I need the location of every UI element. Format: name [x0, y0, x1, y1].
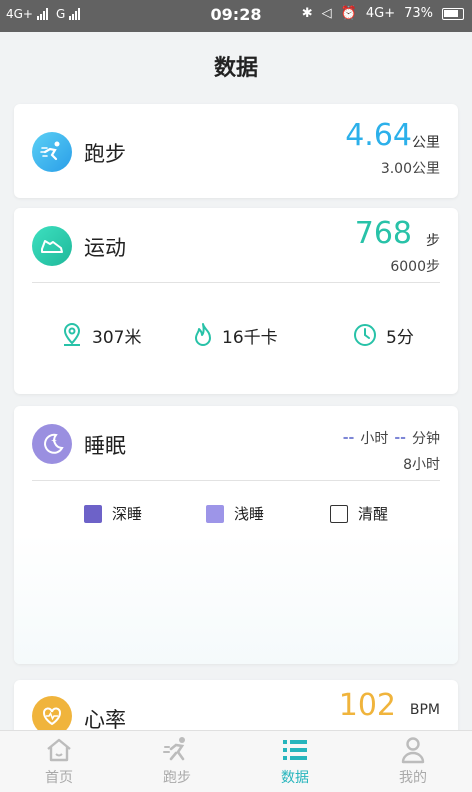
- running-value: 4.64: [345, 118, 412, 153]
- status-right: ✱ ◁ ⏰ 4G+ 73%: [302, 6, 464, 21]
- location-pin-icon: [63, 322, 81, 346]
- sleep-chart-area: [14, 534, 458, 664]
- home-icon: [47, 738, 71, 762]
- legend-awake: 清醒: [330, 503, 388, 524]
- duration-value: 5分: [386, 327, 414, 348]
- sleep-duration: -- 小时 -- 分钟: [343, 428, 440, 448]
- light-sleep-swatch: [206, 504, 224, 523]
- battery-icon: [442, 7, 464, 20]
- calories-stat: 16千卡: [192, 322, 278, 348]
- heart-unit: BPM: [409, 702, 440, 718]
- runner-icon: [163, 737, 185, 761]
- status-bar: 4G+ G 09:28 ✱ ◁ ⏰ 4G+ 73%: [0, 0, 472, 32]
- running-unit: 公里: [412, 135, 440, 151]
- exercise-card[interactable]: 运动 768 步 6000步 307米 16千卡 5分: [14, 208, 458, 394]
- sleep-minutes-placeholder: --: [394, 430, 406, 446]
- list-icon: [283, 740, 307, 760]
- sleep-hours-unit: 小时: [360, 431, 389, 447]
- shoe-icon: [32, 226, 72, 266]
- legend-deep-sleep: 深睡: [84, 503, 142, 524]
- sleep-card[interactable]: 睡眠 -- 小时 -- 分钟 8小时 深睡 浅睡 清醒: [14, 406, 458, 664]
- sleep-minutes-unit: 分钟: [412, 431, 440, 447]
- alarm-icon: ⏰: [340, 6, 357, 21]
- sleep-goal: 8小时: [403, 457, 440, 473]
- bottom-tab-bar: 首页 跑步 数据 我的: [0, 730, 472, 792]
- profile-icon: [401, 737, 425, 764]
- heart-value: 102: [338, 688, 396, 723]
- battery-percent: 73%: [404, 6, 433, 21]
- tab-running[interactable]: 跑步: [118, 731, 236, 792]
- sleep-title: 睡眠: [84, 434, 126, 458]
- exercise-goal: 6000步: [390, 259, 440, 275]
- legend-light-sleep: 浅睡: [206, 503, 264, 524]
- exercise-unit: 步: [426, 233, 440, 249]
- moon-icon: [32, 424, 72, 464]
- exercise-title: 运动: [84, 236, 126, 260]
- duration-stat: 5分: [352, 322, 414, 348]
- running-card[interactable]: 跑步 4.64 公里 3.00公里: [14, 104, 458, 198]
- awake-swatch: [330, 504, 348, 523]
- exercise-divider: [32, 282, 440, 283]
- light-sleep-label: 浅睡: [234, 505, 265, 523]
- tab-data-label: 数据: [281, 770, 309, 786]
- running-goal: 3.00公里: [380, 161, 440, 177]
- sleep-hours-placeholder: --: [342, 430, 355, 446]
- network-type-3: 4G+: [365, 6, 396, 21]
- tab-profile[interactable]: 我的: [354, 731, 472, 792]
- flame-icon: [195, 323, 211, 346]
- tab-home[interactable]: 首页: [0, 731, 118, 792]
- deep-sleep-swatch: [84, 504, 102, 523]
- calories-value: 16千卡: [222, 327, 278, 348]
- mute-icon: ◁: [321, 6, 332, 21]
- running-icon: [32, 132, 72, 172]
- exercise-value: 768: [354, 216, 412, 251]
- page-title: 数据: [213, 56, 258, 81]
- bluetooth-icon: ✱: [301, 6, 313, 21]
- clock-icon: [354, 324, 376, 346]
- tab-profile-label: 我的: [399, 770, 427, 786]
- deep-sleep-label: 深睡: [112, 505, 143, 523]
- distance-stat: 307米: [60, 322, 141, 348]
- distance-value: 307米: [92, 327, 142, 348]
- sleep-divider: [32, 480, 440, 481]
- tab-home-label: 首页: [45, 770, 73, 786]
- tab-running-label: 跑步: [163, 770, 191, 786]
- running-title: 跑步: [84, 142, 126, 166]
- awake-label: 清醒: [358, 505, 389, 523]
- tab-data[interactable]: 数据: [236, 731, 354, 792]
